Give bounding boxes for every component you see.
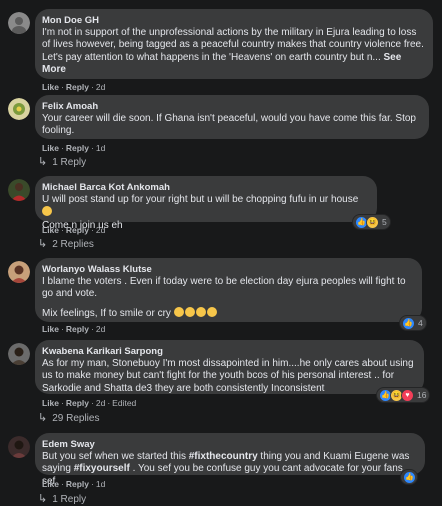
timestamp[interactable]: 1d xyxy=(96,479,105,489)
crying-emoji-icon xyxy=(195,306,206,317)
comment-bubble: Felix Amoah Your career will die soon. I… xyxy=(35,95,429,139)
reply-button[interactable]: Reply xyxy=(66,143,89,153)
separator: · xyxy=(61,82,64,92)
comment-bubble: Michael Barca Kot Ankomah U will post st… xyxy=(35,176,377,231)
reply-button[interactable]: Reply xyxy=(66,479,89,489)
replies-count: 2 Replies xyxy=(52,239,94,250)
laughing-emoji-icon xyxy=(184,306,195,317)
timestamp[interactable]: 2d xyxy=(96,225,105,235)
comment-body-line2-text: Mix feelings, If to smile or cry xyxy=(42,307,171,319)
reply-arrow-icon: ↳ xyxy=(38,412,48,424)
comment-actions: Like · Reply · 2d xyxy=(42,225,105,236)
comment-body-part: But you sef when we started this xyxy=(42,451,189,462)
like-button[interactable]: Like xyxy=(42,479,59,489)
view-replies-link[interactable]: ↳ 2 Replies xyxy=(38,238,94,251)
comment-bubble: Worlanyo Walass Klutse I blame the voter… xyxy=(35,258,422,322)
avatar[interactable] xyxy=(8,436,30,458)
reactions-summary[interactable]: 👍 😆 ♥ 16 xyxy=(377,388,430,402)
like-button[interactable]: Like xyxy=(42,143,59,153)
separator: · xyxy=(61,479,64,489)
separator: · xyxy=(61,225,64,235)
replies-count: 1 Reply xyxy=(52,494,87,505)
like-button[interactable]: Like xyxy=(42,398,59,408)
comment-actions: Like · Reply · 1d xyxy=(42,143,105,154)
like-button[interactable]: Like xyxy=(42,82,59,92)
hashtag-link[interactable]: #fixthecountry xyxy=(189,451,258,462)
avatar[interactable] xyxy=(8,261,30,283)
reaction-count: 16 xyxy=(417,390,427,400)
separator: · xyxy=(61,398,64,408)
like-reaction-icon: 👍 xyxy=(402,316,415,330)
comment-author[interactable]: Kwabena Karikari Sarpong xyxy=(42,345,415,358)
hashtag-link[interactable]: #fixyourself xyxy=(74,463,130,474)
avatar[interactable] xyxy=(8,179,30,201)
separator: · xyxy=(61,324,64,334)
replies-count: 29 Replies xyxy=(52,413,100,424)
avatar[interactable] xyxy=(8,12,30,34)
separator: · xyxy=(91,225,94,235)
comment-body: As for my man, Stonebuoy I'm most dissap… xyxy=(42,358,417,394)
timestamp[interactable]: 1d xyxy=(96,143,105,153)
love-reaction-icon: ♥ xyxy=(401,388,414,402)
comment-bubble: Kwabena Karikari Sarpong As for my man, … xyxy=(35,340,424,394)
separator: · xyxy=(61,143,64,153)
comment-author[interactable]: Worlanyo Walass Klutse xyxy=(42,263,413,276)
comment-author[interactable]: Mon Doe GH xyxy=(42,14,424,27)
comment-author[interactable]: Felix Amoah xyxy=(42,100,420,113)
comment-actions: Like · Reply · 1d xyxy=(42,479,105,490)
laughing-emoji-icon xyxy=(42,206,52,217)
separator: · xyxy=(91,143,94,153)
comment-body: I'm not in support of the unprofessional… xyxy=(42,27,427,63)
separator: · xyxy=(107,398,111,408)
reply-button[interactable]: Reply xyxy=(66,225,89,235)
like-reaction-icon: 👍 xyxy=(403,470,416,484)
like-button[interactable]: Like xyxy=(42,324,59,334)
reply-arrow-icon: ↳ xyxy=(38,156,48,168)
comment-bubble: Edem Sway But you sef when we started th… xyxy=(35,433,425,487)
separator: · xyxy=(91,479,94,489)
separator: · xyxy=(91,324,94,334)
comment-body-line2: Mix feelings, If to smile or cry xyxy=(42,306,413,320)
reaction-count: 4 xyxy=(418,318,423,328)
comment-actions: Like · Reply · 2d xyxy=(42,324,105,335)
laughing-emoji-icon xyxy=(173,306,184,317)
view-replies-link[interactable]: ↳ 1 Reply xyxy=(38,493,86,506)
reply-button[interactable]: Reply xyxy=(66,82,89,92)
reply-button[interactable]: Reply xyxy=(66,324,89,334)
reply-arrow-icon: ↳ xyxy=(38,493,48,505)
edited-label[interactable]: Edited xyxy=(112,398,136,408)
avatar[interactable] xyxy=(8,343,30,365)
comment-bubble: Mon Doe GH I'm not in support of the unp… xyxy=(35,9,433,79)
haha-reaction-icon: 😆 xyxy=(366,215,379,229)
comment-author[interactable]: Edem Sway xyxy=(42,438,416,451)
reaction-count: 5 xyxy=(382,217,387,227)
separator: · xyxy=(91,82,94,92)
comment-author[interactable]: Michael Barca Kot Ankomah xyxy=(42,181,368,194)
comment-body: Your career will die soon. If Ghana isn'… xyxy=(42,113,419,137)
reply-arrow-icon: ↳ xyxy=(38,238,48,250)
view-replies-link[interactable]: ↳ 29 Replies xyxy=(38,412,99,425)
comment-body: U will post stand up for your right but … xyxy=(42,194,359,205)
view-replies-link[interactable]: ↳ 1 Reply xyxy=(38,156,86,169)
comment-body: I blame the voters . Even if today were … xyxy=(42,276,409,300)
comment-text: I blame the voters . Even if today were … xyxy=(42,276,413,320)
comment-actions: Like · Reply · 2d xyxy=(42,82,105,93)
replies-count: 1 Reply xyxy=(52,157,87,168)
comment-actions: Like · Reply · 2d · Edited xyxy=(42,398,136,409)
timestamp[interactable]: 2d xyxy=(96,324,105,334)
reactions-summary[interactable]: 👍 😆 5 xyxy=(353,215,390,229)
separator: · xyxy=(91,398,94,408)
comment-text: I'm not in support of the unprofessional… xyxy=(42,27,424,77)
like-button[interactable]: Like xyxy=(42,225,59,235)
timestamp[interactable]: 2d xyxy=(96,82,105,92)
reactions-summary[interactable]: 👍 4 xyxy=(400,316,426,330)
timestamp[interactable]: 2d xyxy=(96,398,105,408)
reactions-summary[interactable]: 👍 xyxy=(401,470,417,484)
avatar[interactable] xyxy=(8,98,30,120)
crying-emoji-icon xyxy=(206,306,217,317)
reply-button[interactable]: Reply xyxy=(66,398,89,408)
